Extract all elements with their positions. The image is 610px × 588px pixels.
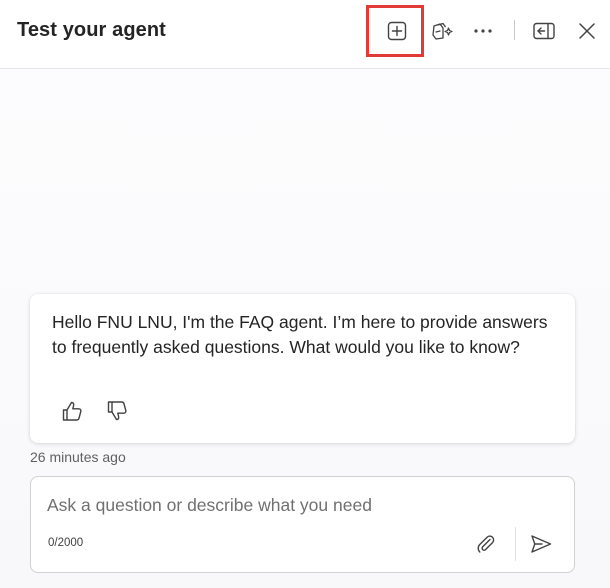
character-counter: 0/2000 [48, 537, 84, 549]
more-options-button[interactable] [468, 16, 498, 46]
panel-header: Test your agent [0, 0, 610, 69]
composer-divider [515, 527, 516, 561]
panel-title: Test your agent [17, 19, 166, 41]
attach-icon [477, 534, 497, 554]
test-agent-panel: Test your agent Hello FNU LNU, I'm the F… [0, 0, 610, 588]
close-icon [578, 22, 596, 40]
agent-message-text: Hello FNU LNU, I'm the FAQ agent. I’m he… [52, 312, 548, 357]
thumbs-down-icon [106, 400, 128, 422]
agent-message-card: Hello FNU LNU, I'm the FAQ agent. I’m he… [30, 294, 575, 443]
send-icon [530, 534, 552, 554]
dock-panel-icon [533, 22, 555, 40]
attach-button[interactable] [472, 529, 502, 559]
message-timestamp: 26 minutes ago [30, 449, 126, 465]
new-chat-icon [387, 21, 407, 41]
close-button[interactable] [572, 16, 602, 46]
composer-box: 0/2000 [30, 476, 575, 573]
thumbs-up-button[interactable] [59, 398, 85, 424]
header-divider [514, 20, 515, 40]
new-chat-button[interactable] [382, 16, 412, 46]
copilot-customize-button[interactable] [427, 16, 457, 46]
send-button[interactable] [526, 529, 556, 559]
chat-input[interactable] [47, 491, 547, 519]
dock-panel-button[interactable] [529, 16, 559, 46]
thumbs-up-icon [61, 400, 83, 422]
more-icon [473, 28, 493, 34]
copilot-customize-icon [430, 20, 454, 42]
thumbs-down-button[interactable] [104, 398, 130, 424]
